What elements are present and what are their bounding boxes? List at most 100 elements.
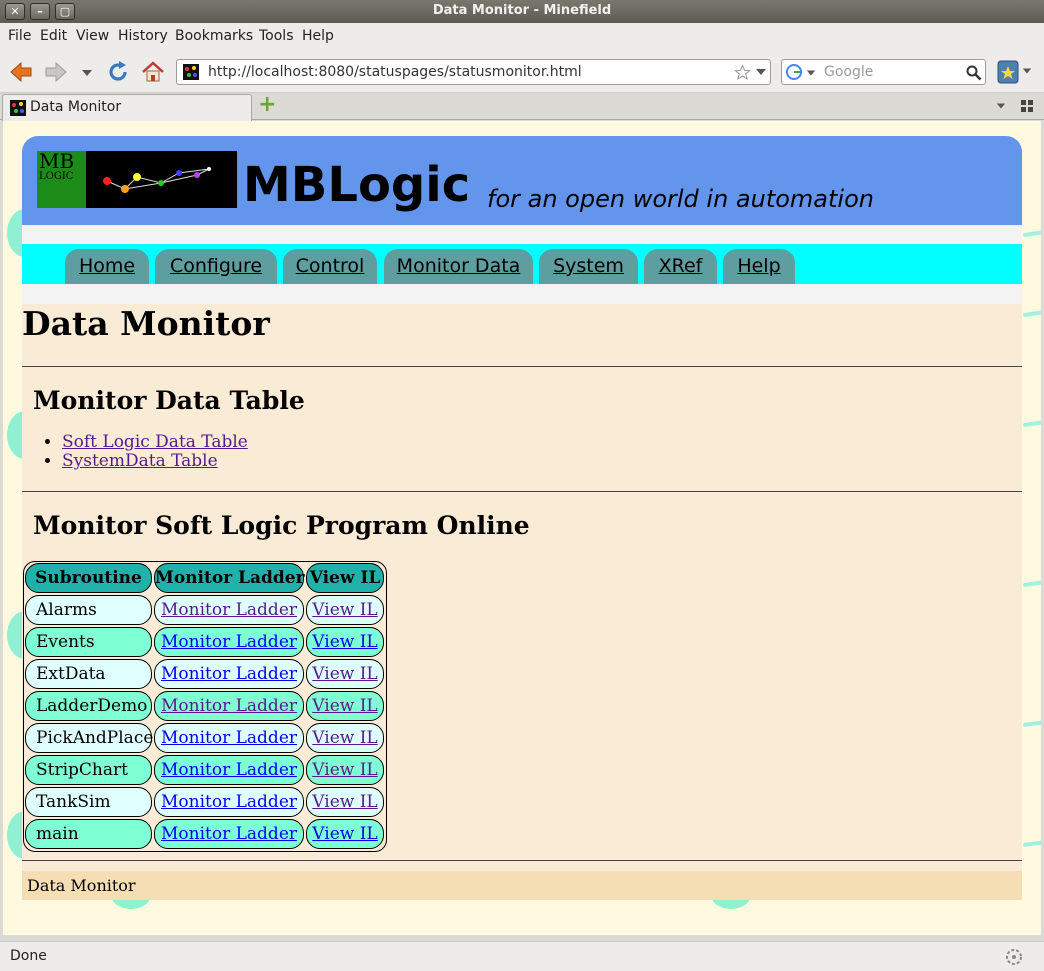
background-decoration xyxy=(1022,228,1041,238)
list-item: Soft Logic Data Table xyxy=(62,433,248,452)
search-icon[interactable] xyxy=(966,65,982,81)
url-text: http://localhost:8080/statuspages/status… xyxy=(208,64,582,80)
site-banner: MB LOGIC MBLogic for an open world in au… xyxy=(22,136,1022,225)
table-row: View IL xyxy=(306,595,384,625)
view-il-link-events[interactable]: View IL xyxy=(312,632,377,652)
logo-logic-text: LOGIC xyxy=(39,171,74,182)
page-footer: Data Monitor xyxy=(22,871,1022,900)
site-favicon-icon xyxy=(183,64,199,80)
data-table-links: Soft Logic Data Table SystemData Table xyxy=(62,433,248,471)
page-viewport: MB LOGIC MBLogic for an open world in au… xyxy=(3,121,1041,935)
tab-data-monitor[interactable]: Data Monitor xyxy=(2,94,252,121)
table-row: View IL xyxy=(306,659,384,689)
menu-tab-xref[interactable]: XRef xyxy=(644,249,717,284)
tab-label: Data Monitor xyxy=(30,99,122,115)
subroutine-name: main xyxy=(25,819,152,849)
search-engine-icon[interactable] xyxy=(786,64,802,80)
subroutine-name: LadderDemo xyxy=(25,691,152,721)
section-divider xyxy=(22,366,1022,367)
menu-file[interactable]: File xyxy=(8,28,31,44)
menu-history[interactable]: History xyxy=(118,28,168,44)
view-il-link-stripchart[interactable]: View IL xyxy=(312,760,377,780)
search-bar[interactable]: Google xyxy=(781,59,986,85)
addon-dropdown-icon[interactable] xyxy=(1022,66,1032,76)
monitor-ladder-link-events[interactable]: Monitor Ladder xyxy=(161,632,297,652)
loading-status-icon xyxy=(1006,949,1022,965)
menu-help[interactable]: Help xyxy=(302,28,334,44)
table-row: Monitor Ladder xyxy=(154,691,304,721)
view-il-link-ladderdemo[interactable]: View IL xyxy=(312,696,377,716)
background-decoration xyxy=(1022,308,1041,318)
footer-divider xyxy=(22,860,1022,861)
column-header-view-il: View IL xyxy=(306,563,384,593)
monitor-ladder-link-alarms[interactable]: Monitor Ladder xyxy=(161,600,297,620)
search-engine-dropdown-icon[interactable] xyxy=(806,68,816,78)
table-row: View IL xyxy=(306,691,384,721)
menu-tab-home[interactable]: Home xyxy=(65,249,149,284)
monitor-ladder-link-stripchart[interactable]: Monitor Ladder xyxy=(161,760,297,780)
tab-bar: Data Monitor + xyxy=(0,93,1044,121)
soft-logic-data-table-link[interactable]: Soft Logic Data Table xyxy=(62,432,248,452)
minimize-window-button[interactable]: – xyxy=(30,3,50,20)
search-input[interactable]: Google xyxy=(824,64,873,80)
tab-groups-icon[interactable] xyxy=(1020,99,1034,113)
menu-tab-system[interactable]: System xyxy=(539,249,638,284)
monitor-ladder-link-ladderdemo[interactable]: Monitor Ladder xyxy=(161,696,297,716)
monitor-ladder-link-main[interactable]: Monitor Ladder xyxy=(161,824,297,844)
background-decoration xyxy=(1022,578,1041,588)
status-bar: Done xyxy=(0,941,1044,971)
site-logo: MB LOGIC xyxy=(37,151,237,208)
brand-name: MBLogic xyxy=(243,157,471,213)
view-il-link-alarms[interactable]: View IL xyxy=(312,600,377,620)
section-divider xyxy=(22,491,1022,492)
view-il-link-extdata[interactable]: View IL xyxy=(312,664,377,684)
reload-icon[interactable] xyxy=(106,60,130,84)
menu-bookmarks[interactable]: Bookmarks xyxy=(175,28,253,44)
tab-list-dropdown-icon[interactable] xyxy=(996,101,1006,111)
logo-network-graphic xyxy=(103,167,211,193)
logo-badge: MB LOGIC xyxy=(37,151,86,208)
table-row: Monitor Ladder xyxy=(154,787,304,817)
maximize-window-button[interactable]: ▢ xyxy=(55,3,75,20)
menu-view[interactable]: View xyxy=(76,28,109,44)
back-arrow-icon[interactable] xyxy=(9,60,33,84)
monitor-ladder-link-pickandplace[interactable]: Monitor Ladder xyxy=(161,728,297,748)
background-decoration xyxy=(1022,838,1041,848)
tab-favicon-icon xyxy=(10,100,26,116)
addon-icon[interactable] xyxy=(997,60,1019,84)
monitor-ladder-link-extdata[interactable]: Monitor Ladder xyxy=(161,664,297,684)
close-window-button[interactable]: ✕ xyxy=(5,3,25,20)
system-data-table-link[interactable]: SystemData Table xyxy=(62,451,218,471)
table-row: Monitor Ladder xyxy=(154,659,304,689)
subroutine-name: PickAndPlace xyxy=(25,723,153,753)
url-dropdown-icon[interactable] xyxy=(755,66,767,78)
menu-tab-help[interactable]: Help xyxy=(723,249,795,284)
table-row: Monitor Ladder xyxy=(154,723,304,753)
table-row: View IL xyxy=(306,755,384,785)
table-row: Monitor Ladder xyxy=(154,755,304,785)
menu-tab-control[interactable]: Control xyxy=(283,249,377,284)
home-icon[interactable] xyxy=(141,60,165,84)
url-bar[interactable]: http://localhost:8080/statuspages/status… xyxy=(176,59,771,85)
view-il-link-main[interactable]: View IL xyxy=(312,824,377,844)
history-dropdown-icon[interactable] xyxy=(78,60,96,84)
menu-tab-configure[interactable]: Configure xyxy=(155,249,277,284)
page-title: Data Monitor xyxy=(22,304,270,343)
monitor-ladder-link-tanksim[interactable]: Monitor Ladder xyxy=(161,792,297,812)
view-il-link-pickandplace[interactable]: View IL xyxy=(312,728,377,748)
menu-tools[interactable]: Tools xyxy=(259,28,294,44)
table-row: View IL xyxy=(306,819,384,849)
new-tab-icon[interactable]: + xyxy=(258,93,276,117)
menu-edit[interactable]: Edit xyxy=(40,28,67,44)
bookmark-star-icon[interactable] xyxy=(734,64,751,81)
column-header-subroutine: Subroutine xyxy=(25,563,152,593)
subroutine-name: StripChart xyxy=(25,755,152,785)
window-title: Data Monitor - Minefield xyxy=(432,3,612,18)
status-text: Done xyxy=(10,948,47,964)
menu-tab-monitor-data[interactable]: Monitor Data xyxy=(384,249,533,284)
view-il-link-tanksim[interactable]: View IL xyxy=(312,792,377,812)
section-title-monitor-soft-logic: Monitor Soft Logic Program Online xyxy=(33,511,530,540)
section-title-monitor-data-table: Monitor Data Table xyxy=(33,386,305,415)
table-row: Monitor Ladder xyxy=(154,627,304,657)
forward-arrow-icon[interactable] xyxy=(44,60,68,84)
